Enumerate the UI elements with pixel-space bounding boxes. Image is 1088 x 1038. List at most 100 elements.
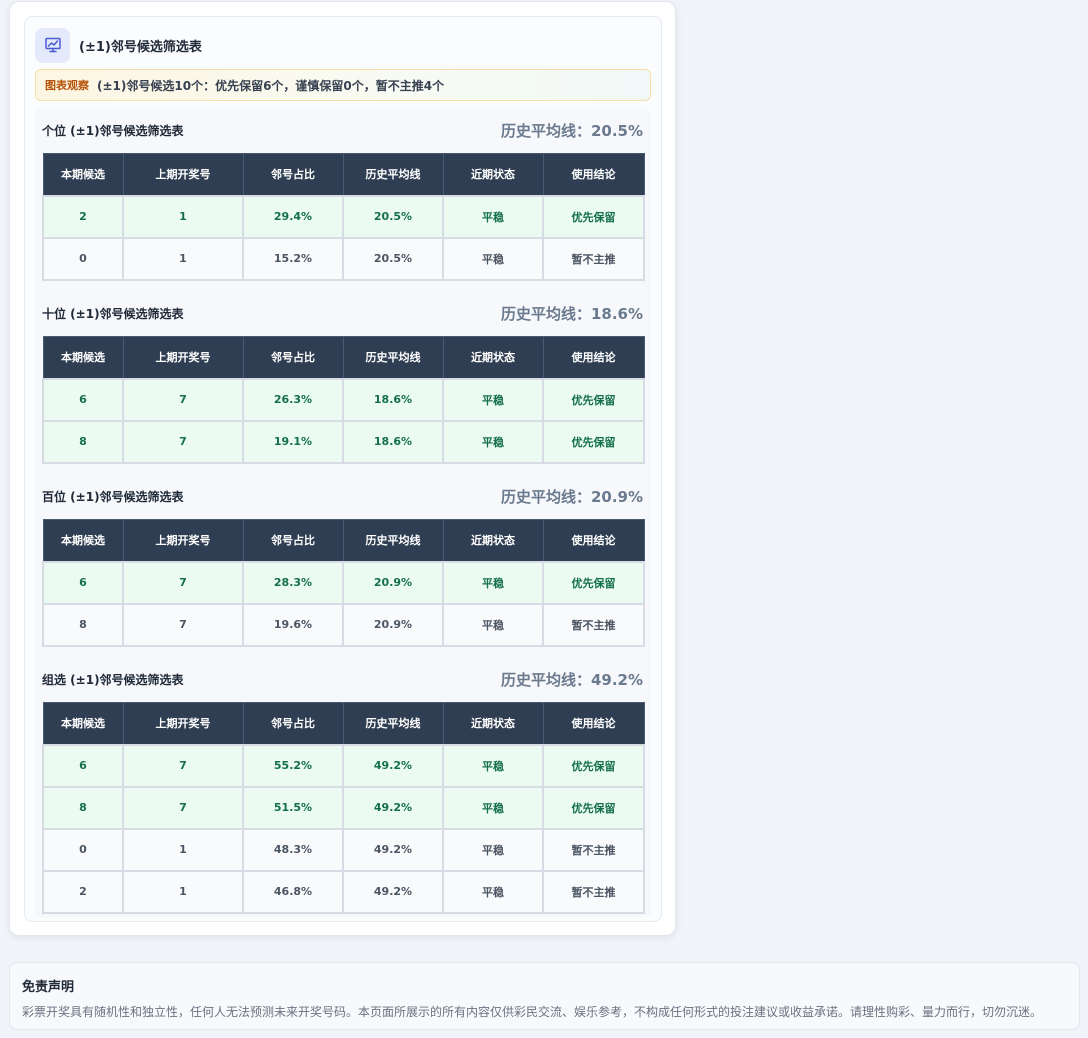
table-cell: 平稳 — [442, 419, 544, 464]
table-cell: 2 — [42, 869, 124, 914]
table-cell: 8 — [42, 602, 124, 647]
table-cell: 优先保留 — [542, 560, 645, 605]
table-cell: 8 — [42, 785, 124, 830]
tables-area: 个位 (±1)邻号候选筛选表 历史平均线：20.5% 本期候选 上期开奖号 邻号占比 历史… — [35, 109, 651, 917]
table-section: 组选 (±1)邻号候选筛选表 历史平均线：49.2% 本期候选 上期开奖号 邻号占比 历史… — [42, 664, 645, 914]
section-title: 组选 (±1)邻号候选筛选表 — [42, 672, 184, 687]
table-cell: 46.8% — [242, 869, 344, 914]
table-cell: 1 — [122, 236, 244, 281]
column-header: 历史平均线 — [342, 702, 444, 745]
table-cell: 优先保留 — [542, 785, 645, 830]
table-header-row: 本期候选 上期开奖号 邻号占比 历史平均线 近期状态 使用结论 — [42, 519, 645, 562]
section-header: 百位 (±1)邻号候选筛选表 历史平均线：20.9% — [42, 481, 643, 511]
table-cell: 6 — [42, 560, 124, 605]
section-header: 十位 (±1)邻号候选筛选表 历史平均线：18.6% — [42, 298, 643, 328]
table-cell: 平稳 — [442, 785, 544, 830]
table-cell: 平稳 — [442, 377, 544, 422]
table-cell: 平稳 — [442, 827, 544, 872]
table-cell: 7 — [122, 602, 244, 647]
column-header: 本期候选 — [42, 153, 124, 196]
column-header: 近期状态 — [442, 702, 544, 745]
table-cell: 49.2% — [342, 869, 444, 914]
table-cell: 7 — [122, 785, 244, 830]
table-cell: 29.4% — [242, 194, 344, 239]
table-cell: 26.3% — [242, 377, 344, 422]
table-header-row: 本期候选 上期开奖号 邻号占比 历史平均线 近期状态 使用结论 — [42, 702, 645, 745]
table-cell: 优先保留 — [542, 743, 645, 788]
table-header-row: 本期候选 上期开奖号 邻号占比 历史平均线 近期状态 使用结论 — [42, 336, 645, 379]
table-cell: 平稳 — [442, 560, 544, 605]
section-average: 历史平均线：20.5% — [500, 121, 643, 140]
table-cell: 6 — [42, 743, 124, 788]
section-header: 组选 (±1)邻号候选筛选表 历史平均线：49.2% — [42, 664, 643, 694]
table-cell: 1 — [122, 194, 244, 239]
candidate-table: 本期候选 上期开奖号 邻号占比 历史平均线 近期状态 使用结论 6 7 55.2% 49.2% 平稳… — [42, 702, 645, 914]
table-row: 2 1 29.4% 20.5% 平稳 优先保留 — [42, 194, 645, 239]
table-cell: 55.2% — [242, 743, 344, 788]
table-cell: 平稳 — [442, 869, 544, 914]
main-card: (±1)邻号候选筛选表 图表观察 (±1)邻号候选10个：优先保留6个，谨慎保留… — [9, 1, 676, 936]
insight-tag: 图表观察 — [45, 79, 89, 92]
disclaimer: 免责声明 彩票开奖具有随机性和独立性，任何人无法预测未来开奖号码。本页面所展示的… — [9, 962, 1080, 1030]
table-cell: 49.2% — [342, 785, 444, 830]
column-header: 邻号占比 — [242, 519, 344, 562]
table-cell: 1 — [122, 827, 244, 872]
insight-bar: 图表观察 (±1)邻号候选10个：优先保留6个，谨慎保留0个，暂不主推4个 — [35, 69, 651, 101]
column-header: 邻号占比 — [242, 702, 344, 745]
table-cell: 优先保留 — [542, 377, 645, 422]
table-row: 0 1 15.2% 20.5% 平稳 暂不主推 — [42, 236, 645, 281]
column-header: 近期状态 — [442, 519, 544, 562]
table-cell: 优先保留 — [542, 419, 645, 464]
column-header: 邻号占比 — [242, 153, 344, 196]
column-header: 邻号占比 — [242, 336, 344, 379]
table-cell: 8 — [42, 419, 124, 464]
column-header: 使用结论 — [542, 519, 645, 562]
table-cell: 15.2% — [242, 236, 344, 281]
section-average: 历史平均线：18.6% — [500, 304, 643, 323]
table-row: 2 1 46.8% 49.2% 平稳 暂不主推 — [42, 869, 645, 914]
table-cell: 51.5% — [242, 785, 344, 830]
column-header: 历史平均线 — [342, 153, 444, 196]
table-cell: 优先保留 — [542, 194, 645, 239]
table-section: 十位 (±1)邻号候选筛选表 历史平均线：18.6% 本期候选 上期开奖号 邻号占比 历史… — [42, 298, 645, 464]
table-cell: 20.5% — [342, 194, 444, 239]
table-cell: 18.6% — [342, 419, 444, 464]
table-row: 8 7 19.1% 18.6% 平稳 优先保留 — [42, 419, 645, 464]
table-cell: 19.1% — [242, 419, 344, 464]
table-cell: 49.2% — [342, 743, 444, 788]
table-cell: 暂不主推 — [542, 236, 645, 281]
column-header: 本期候选 — [42, 519, 124, 562]
table-cell: 20.5% — [342, 236, 444, 281]
column-header: 上期开奖号 — [122, 336, 244, 379]
panel-header: (±1)邻号候选筛选表 — [35, 27, 202, 63]
column-header: 使用结论 — [542, 702, 645, 745]
table-row: 8 7 19.6% 20.9% 平稳 暂不主推 — [42, 602, 645, 647]
section-title: 十位 (±1)邻号候选筛选表 — [42, 306, 184, 321]
table-row: 0 1 48.3% 49.2% 平稳 暂不主推 — [42, 827, 645, 872]
column-header: 近期状态 — [442, 336, 544, 379]
section-header: 个位 (±1)邻号候选筛选表 历史平均线：20.5% — [42, 115, 643, 145]
section-average: 历史平均线：20.9% — [500, 487, 643, 506]
table-header-row: 本期候选 上期开奖号 邻号占比 历史平均线 近期状态 使用结论 — [42, 153, 645, 196]
candidate-table: 本期候选 上期开奖号 邻号占比 历史平均线 近期状态 使用结论 6 7 28.3% 20.9% 平稳… — [42, 519, 645, 647]
table-cell: 7 — [122, 743, 244, 788]
insight-text: (±1)邻号候选10个：优先保留6个，谨慎保留0个，暂不主推4个 — [97, 78, 445, 93]
table-section: 个位 (±1)邻号候选筛选表 历史平均线：20.5% 本期候选 上期开奖号 邻号占比 历史… — [42, 115, 645, 281]
column-header: 历史平均线 — [342, 519, 444, 562]
table-cell: 0 — [42, 236, 124, 281]
table-cell: 暂不主推 — [542, 869, 645, 914]
column-header: 上期开奖号 — [122, 153, 244, 196]
filter-panel: (±1)邻号候选筛选表 图表观察 (±1)邻号候选10个：优先保留6个，谨慎保留… — [24, 16, 662, 922]
table-cell: 49.2% — [342, 827, 444, 872]
section-title: 百位 (±1)邻号候选筛选表 — [42, 489, 184, 504]
section-title: 个位 (±1)邻号候选筛选表 — [42, 123, 184, 138]
table-cell: 48.3% — [242, 827, 344, 872]
table-cell: 1 — [122, 869, 244, 914]
table-cell: 平稳 — [442, 602, 544, 647]
column-header: 使用结论 — [542, 153, 645, 196]
column-header: 近期状态 — [442, 153, 544, 196]
table-cell: 7 — [122, 419, 244, 464]
table-cell: 0 — [42, 827, 124, 872]
table-cell: 平稳 — [442, 743, 544, 788]
table-row: 6 7 55.2% 49.2% 平稳 优先保留 — [42, 743, 645, 788]
